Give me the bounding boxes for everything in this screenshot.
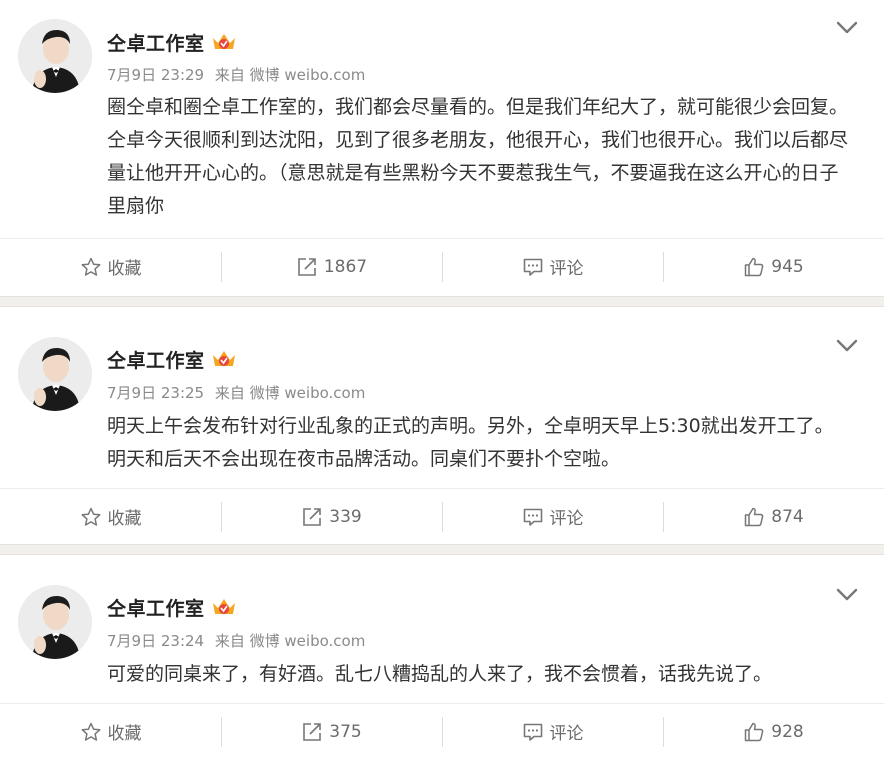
avatar[interactable] xyxy=(18,337,92,411)
thumbs-up-icon xyxy=(743,506,765,528)
author-name[interactable]: 仝卓工作室 xyxy=(107,29,205,56)
share-icon xyxy=(296,256,318,278)
repost-button[interactable]: 339 xyxy=(221,489,442,544)
favorite-button[interactable]: 收藏 xyxy=(0,239,221,294)
repost-count: 339 xyxy=(329,506,362,527)
comment-icon xyxy=(522,506,544,528)
thumbs-up-icon xyxy=(743,256,765,278)
star-icon xyxy=(80,506,102,528)
post-meta: 7月9日 23:24 来自 微博 weibo.com xyxy=(107,630,365,651)
action-bar: 收藏 375 评论 928 xyxy=(0,703,884,759)
star-icon xyxy=(80,721,102,743)
star-icon xyxy=(80,256,102,278)
comment-icon xyxy=(522,256,544,278)
repost-count: 375 xyxy=(329,721,362,742)
author-row: 仝卓工作室 xyxy=(107,592,237,622)
post-card: 仝卓工作室 7月9日 23:25 来自 微博 weibo.com 明天上午会发布… xyxy=(0,307,884,544)
comment-button[interactable]: 评论 xyxy=(442,489,663,544)
post-separator xyxy=(0,296,884,307)
repost-button[interactable]: 375 xyxy=(221,704,442,759)
vip-crown-icon[interactable] xyxy=(211,348,237,370)
post-time[interactable]: 7月9日 23:25 xyxy=(107,384,204,402)
thumbs-up-icon xyxy=(743,721,765,743)
avatar[interactable] xyxy=(18,19,92,93)
favorite-button[interactable]: 收藏 xyxy=(0,489,221,544)
comment-label: 评论 xyxy=(549,724,584,744)
favorite-button[interactable]: 收藏 xyxy=(0,704,221,759)
post-meta: 7月9日 23:29 来自 微博 weibo.com xyxy=(107,64,365,85)
post-text: 圈仝卓和圈仝卓工作室的，我们都会尽量看的。但是我们年纪大了，就可能很少会回复。仝… xyxy=(107,96,849,217)
post-source: 来自 微博 weibo.com xyxy=(214,384,366,402)
like-button[interactable]: 874 xyxy=(663,489,884,544)
share-icon xyxy=(301,721,323,743)
action-bar: 收藏 339 评论 874 xyxy=(0,488,884,544)
post-source: 来自 微博 weibo.com xyxy=(214,632,366,650)
chevron-down-icon[interactable] xyxy=(836,20,858,34)
favorite-label: 收藏 xyxy=(107,509,142,529)
comment-icon xyxy=(522,721,544,743)
like-count: 874 xyxy=(771,506,804,527)
chevron-down-icon[interactable] xyxy=(836,338,858,352)
weibo-feed: 仝卓工作室 7月9日 23:29 来自 微博 weibo.com 圈仝卓和圈仝卓… xyxy=(0,0,884,759)
like-count: 945 xyxy=(771,256,804,277)
post-time[interactable]: 7月9日 23:24 xyxy=(107,632,204,650)
post-separator xyxy=(0,544,884,555)
author-name[interactable]: 仝卓工作室 xyxy=(107,346,205,373)
post-meta: 7月9日 23:25 来自 微博 weibo.com xyxy=(107,382,365,403)
post-text: 明天上午会发布针对行业乱象的正式的声明。另外，仝卓明天早上5:30就出发开工了。… xyxy=(107,415,834,470)
action-bar: 收藏 1867 评论 945 xyxy=(0,238,884,294)
post-card: 仝卓工作室 7月9日 23:29 来自 微博 weibo.com 圈仝卓和圈仝卓… xyxy=(0,0,884,296)
comment-label: 评论 xyxy=(549,509,584,529)
like-button[interactable]: 945 xyxy=(663,239,884,294)
comment-label: 评论 xyxy=(549,259,584,279)
author-row: 仝卓工作室 xyxy=(107,344,237,374)
comment-button[interactable]: 评论 xyxy=(442,239,663,294)
post-time[interactable]: 7月9日 23:29 xyxy=(107,66,204,84)
vip-crown-icon[interactable] xyxy=(211,31,237,53)
repost-button[interactable]: 1867 xyxy=(221,239,442,294)
repost-count: 1867 xyxy=(323,256,368,277)
post-source: 来自 微博 weibo.com xyxy=(214,66,366,84)
like-count: 928 xyxy=(771,721,804,742)
like-button[interactable]: 928 xyxy=(663,704,884,759)
post-text: 可爱的同桌来了，有好酒。乱七八糟捣乱的人来了，我不会惯着，话我先说了。 xyxy=(107,663,773,685)
author-row: 仝卓工作室 xyxy=(107,27,237,57)
post-card: 仝卓工作室 7月9日 23:24 来自 微博 weibo.com 可爱的同桌来了… xyxy=(0,555,884,759)
chevron-down-icon[interactable] xyxy=(836,587,858,601)
comment-button[interactable]: 评论 xyxy=(442,704,663,759)
favorite-label: 收藏 xyxy=(107,259,142,279)
favorite-label: 收藏 xyxy=(107,724,142,744)
author-name[interactable]: 仝卓工作室 xyxy=(107,594,205,621)
avatar[interactable] xyxy=(18,585,92,659)
vip-crown-icon[interactable] xyxy=(211,596,237,618)
share-icon xyxy=(301,506,323,528)
